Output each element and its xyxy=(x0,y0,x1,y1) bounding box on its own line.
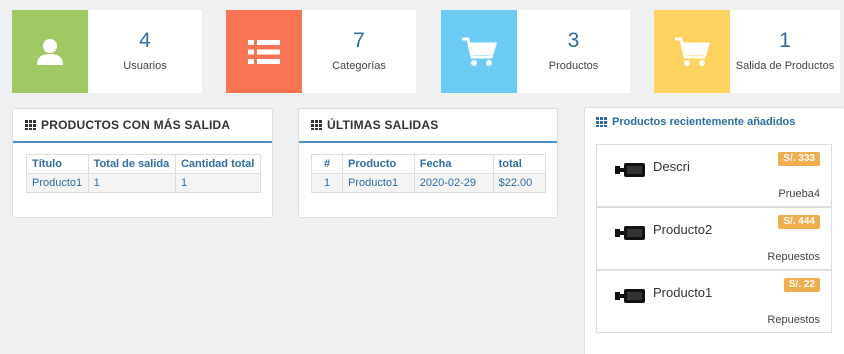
column-header: total xyxy=(492,154,547,174)
column-header: Título xyxy=(26,154,89,174)
table-row: Producto1 1 1 xyxy=(26,173,262,193)
user-icon xyxy=(12,10,88,93)
stat-tile-products[interactable]: 3 Productos xyxy=(441,10,630,93)
panel-header: ÚLTIMAS SALIDAS xyxy=(299,109,557,143)
top-products-panel: PRODUCTOS CON MÁS SALIDA Título Total de… xyxy=(12,108,273,218)
panel-title: PRODUCTOS CON MÁS SALIDA xyxy=(41,118,231,132)
product-category: Prueba4 xyxy=(778,188,820,200)
product-item[interactable]: Descri S/. 333 Prueba4 xyxy=(596,144,832,207)
table-cell: Producto1 xyxy=(26,173,89,193)
stat-tile-users[interactable]: 4 Usuarios xyxy=(12,10,202,93)
stat-value: 3 xyxy=(567,29,580,52)
panel-title: ÚLTIMAS SALIDAS xyxy=(327,118,439,132)
column-header: Total de salida xyxy=(87,154,176,174)
product-category: Repuestos xyxy=(767,314,820,326)
th-icon xyxy=(25,120,36,130)
table-cell: 1 xyxy=(311,173,343,193)
stat-value: 1 xyxy=(779,29,791,52)
table-cell: 1 xyxy=(174,173,262,193)
product-image-icon xyxy=(615,163,645,177)
product-image-icon xyxy=(615,289,645,303)
column-header: Cantidad total xyxy=(174,154,262,174)
price-badge: S/. 444 xyxy=(778,215,820,229)
recent-products-panel: Productos recientemente añadidos Descri … xyxy=(584,107,844,354)
last-sales-table: # Producto Fecha total 1 Producto1 2020-… xyxy=(311,154,547,193)
product-image-icon xyxy=(615,226,645,240)
product-item[interactable]: Producto2 S/. 444 Repuestos xyxy=(596,207,832,270)
stat-label: Salida de Productos xyxy=(735,60,835,72)
stat-label: Categorías xyxy=(332,60,386,72)
stat-label: Usuarios xyxy=(123,60,167,72)
list-icon xyxy=(226,10,302,93)
cart-icon xyxy=(441,10,517,93)
th-icon xyxy=(596,117,607,127)
product-name: Descri xyxy=(653,159,690,174)
product-category: Repuestos xyxy=(767,251,820,263)
table-cell: 1 xyxy=(87,173,176,193)
product-name: Producto1 xyxy=(653,285,713,300)
table-cell: $22.00 xyxy=(492,173,547,193)
column-header: Producto xyxy=(342,154,415,174)
stat-tile-sales[interactable]: 1 Salida de Productos xyxy=(654,10,840,93)
price-badge: S/. 22 xyxy=(783,278,820,292)
product-item[interactable]: Producto1 S/. 22 Repuestos xyxy=(596,270,832,333)
column-header: Fecha xyxy=(413,154,494,174)
table-cell: 2020-02-29 xyxy=(413,173,494,193)
top-products-table: Título Total de salida Cantidad total Pr… xyxy=(26,154,262,193)
stat-value: 7 xyxy=(353,29,365,52)
panel-title: Productos recientemente añadidos xyxy=(612,116,796,128)
panel-header: Productos recientemente añadidos xyxy=(596,116,795,128)
table-cell: Producto1 xyxy=(342,173,415,193)
table-row: 1 Producto1 2020-02-29 $22.00 xyxy=(311,173,547,193)
cart-icon xyxy=(654,10,730,93)
stat-value: 4 xyxy=(139,29,151,52)
th-icon xyxy=(311,120,322,130)
price-badge: S/. 333 xyxy=(778,152,820,166)
product-name: Producto2 xyxy=(653,222,713,237)
last-sales-panel: ÚLTIMAS SALIDAS # Producto Fecha total 1… xyxy=(298,108,558,218)
panel-header: PRODUCTOS CON MÁS SALIDA xyxy=(13,109,272,143)
stat-tile-categories[interactable]: 7 Categorías xyxy=(226,10,416,93)
column-header: # xyxy=(311,154,343,174)
stat-label: Productos xyxy=(548,60,599,72)
